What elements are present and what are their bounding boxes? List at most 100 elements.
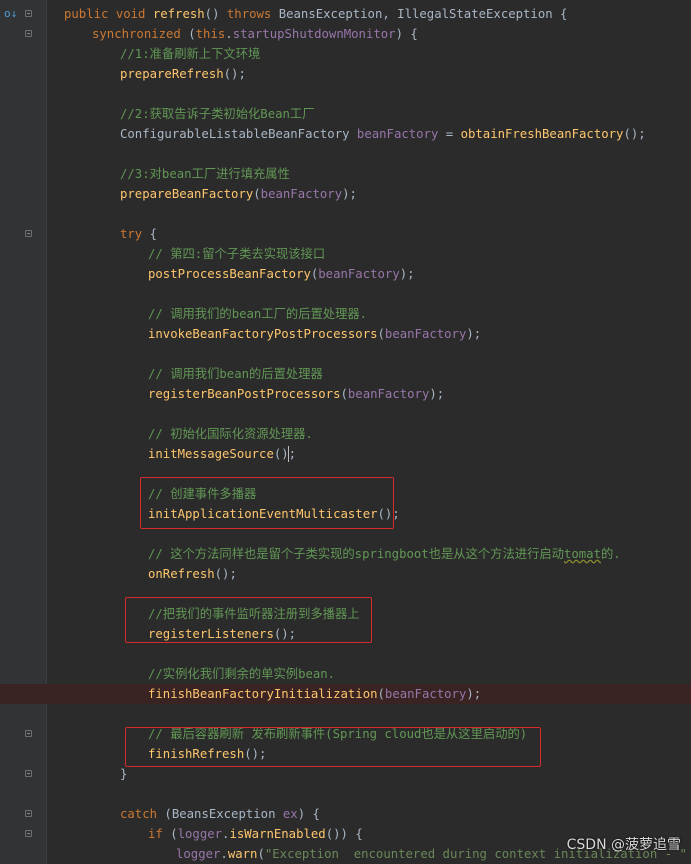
highlight-box bbox=[140, 477, 394, 529]
code-content: if (logger.isWarnEnabled()) { bbox=[148, 824, 363, 844]
code-content: onRefresh(); bbox=[148, 564, 237, 584]
code-token: ( bbox=[253, 187, 261, 201]
code-line[interactable]: // 调用我们的bean工厂的后置处理器. bbox=[0, 304, 691, 324]
code-token: ); bbox=[429, 387, 445, 401]
code-editor[interactable]: public void refresh() throws BeansExcept… bbox=[0, 0, 691, 864]
code-token: ( bbox=[377, 687, 385, 701]
code-line[interactable]: initMessageSource(); bbox=[0, 444, 691, 464]
code-token: logger bbox=[177, 827, 223, 841]
code-line[interactable]: // 第四:留个子类去实现该接口 bbox=[0, 244, 691, 264]
code-line[interactable] bbox=[0, 784, 691, 804]
code-content: // 调用我们的bean工厂的后置处理器. bbox=[148, 304, 367, 324]
code-token: ) { bbox=[395, 27, 418, 41]
code-token: throws bbox=[226, 7, 279, 21]
code-token: obtainFreshBeanFactory bbox=[460, 127, 624, 141]
code-content: } bbox=[120, 764, 127, 784]
code-line[interactable] bbox=[0, 284, 691, 304]
code-token: // 这个方法同样也是留个子类实现的springboot也是从这个方法进行启动 bbox=[148, 547, 564, 561]
code-token: startupShutdownMonitor bbox=[232, 27, 396, 41]
code-line[interactable]: prepareBeanFactory(beanFactory); bbox=[0, 184, 691, 204]
code-token: refresh bbox=[152, 7, 205, 21]
code-token: isWarnEnabled bbox=[229, 827, 326, 841]
code-token: beanFactory bbox=[356, 127, 439, 141]
code-token: ); bbox=[342, 187, 357, 201]
code-token: (); bbox=[623, 127, 646, 141]
code-token: tomat bbox=[563, 547, 601, 561]
code-content: postProcessBeanFactory(beanFactory); bbox=[148, 264, 415, 284]
code-token: beanFactory bbox=[318, 267, 400, 281]
code-line[interactable]: invokeBeanFactoryPostProcessors(beanFact… bbox=[0, 324, 691, 344]
code-content: prepareBeanFactory(beanFactory); bbox=[120, 184, 357, 204]
code-token: ); bbox=[466, 327, 482, 341]
code-token: ()) { bbox=[325, 827, 363, 841]
code-line[interactable] bbox=[0, 204, 691, 224]
code-token: prepareRefresh bbox=[120, 67, 224, 81]
code-line[interactable]: postProcessBeanFactory(beanFactory); bbox=[0, 264, 691, 284]
code-content: prepareRefresh(); bbox=[120, 64, 246, 84]
code-line[interactable]: catch (BeansException ex) { bbox=[0, 804, 691, 824]
code-token: try bbox=[120, 227, 150, 241]
code-content: try { bbox=[120, 224, 157, 244]
code-line[interactable]: try { bbox=[0, 224, 691, 244]
code-token: // 初始化国际化资源处理器. bbox=[148, 427, 313, 441]
code-line[interactable]: synchronized (this.startupShutdownMonito… bbox=[0, 24, 691, 44]
code-content: // 第四:留个子类去实现该接口 bbox=[148, 244, 325, 264]
code-token: warn bbox=[227, 847, 258, 861]
code-line[interactable]: //3:对bean工厂进行填充属性 bbox=[0, 164, 691, 184]
code-line[interactable]: finishBeanFactoryInitialization(beanFact… bbox=[0, 684, 691, 704]
code-token: finishBeanFactoryInitialization bbox=[148, 687, 378, 701]
code-token: ( bbox=[188, 27, 196, 41]
code-line[interactable]: // 初始化国际化资源处理器. bbox=[0, 424, 691, 444]
code-content: //1:准备刷新上下文环境 bbox=[120, 44, 260, 64]
code-token: (); bbox=[273, 447, 297, 461]
code-token: ( bbox=[170, 827, 178, 841]
watermark: CSDN @菠萝追雪 bbox=[566, 837, 681, 853]
code-line[interactable]: onRefresh(); bbox=[0, 564, 691, 584]
code-content: public void refresh() throws BeansExcept… bbox=[64, 4, 567, 24]
code-token: this bbox=[195, 27, 226, 41]
code-line[interactable]: registerBeanPostProcessors(beanFactory); bbox=[0, 384, 691, 404]
code-content: // 这个方法同样也是留个子类实现的springboot也是从这个方法进行启动t… bbox=[148, 544, 621, 564]
code-line[interactable] bbox=[0, 144, 691, 164]
code-line[interactable]: //实例化我们剩余的单实例bean. bbox=[0, 664, 691, 684]
code-token: ConfigurableListableBeanFactory bbox=[120, 127, 357, 141]
code-line[interactable]: // 调用我们bean的后置处理器 bbox=[0, 364, 691, 384]
code-content: // 调用我们bean的后置处理器 bbox=[148, 364, 323, 384]
code-line[interactable]: // 这个方法同样也是留个子类实现的springboot也是从这个方法进行启动t… bbox=[0, 544, 691, 564]
code-token: catch bbox=[120, 807, 165, 821]
code-token: { bbox=[149, 227, 158, 241]
code-content: //实例化我们剩余的单实例bean. bbox=[148, 664, 335, 684]
code-token: invokeBeanFactoryPostProcessors bbox=[148, 327, 378, 341]
code-line[interactable]: prepareRefresh(); bbox=[0, 64, 691, 84]
code-line[interactable] bbox=[0, 644, 691, 664]
code-token: ); bbox=[466, 687, 482, 701]
code-token: if bbox=[148, 827, 171, 841]
code-token: = bbox=[438, 127, 461, 141]
text-caret bbox=[288, 446, 289, 462]
code-line[interactable]: public void refresh() throws BeansExcept… bbox=[0, 4, 691, 24]
code-token: initMessageSource bbox=[148, 447, 274, 461]
code-token: // 调用我们的bean工厂的后置处理器. bbox=[148, 307, 368, 321]
code-token: . bbox=[225, 27, 233, 41]
code-token: ( bbox=[340, 387, 348, 401]
code-token: synchronized bbox=[92, 27, 189, 41]
code-line[interactable]: //1:准备刷新上下文环境 bbox=[0, 44, 691, 64]
code-content: catch (BeansException ex) { bbox=[120, 804, 320, 824]
code-token: //3:对bean工厂进行填充属性 bbox=[120, 167, 290, 181]
code-line[interactable] bbox=[0, 404, 691, 424]
code-line[interactable]: ConfigurableListableBeanFactory beanFact… bbox=[0, 124, 691, 144]
code-token: registerBeanPostProcessors bbox=[148, 387, 341, 401]
code-line[interactable]: //2:获取告诉子类初始化Bean工厂 bbox=[0, 104, 691, 124]
code-line[interactable] bbox=[0, 84, 691, 104]
code-line[interactable]: } bbox=[0, 764, 691, 784]
code-line[interactable] bbox=[0, 704, 691, 724]
code-token: beanFactory bbox=[384, 687, 467, 701]
code-line[interactable] bbox=[0, 344, 691, 364]
code-token: } bbox=[120, 767, 128, 781]
code-token: BeansException, IllegalStateException { bbox=[278, 7, 568, 21]
code-token: () bbox=[204, 7, 227, 21]
code-token: //1:准备刷新上下文环境 bbox=[120, 47, 261, 61]
code-token: ( bbox=[257, 847, 265, 861]
code-token: beanFactory bbox=[347, 387, 430, 401]
code-content: initMessageSource(); bbox=[148, 444, 296, 464]
